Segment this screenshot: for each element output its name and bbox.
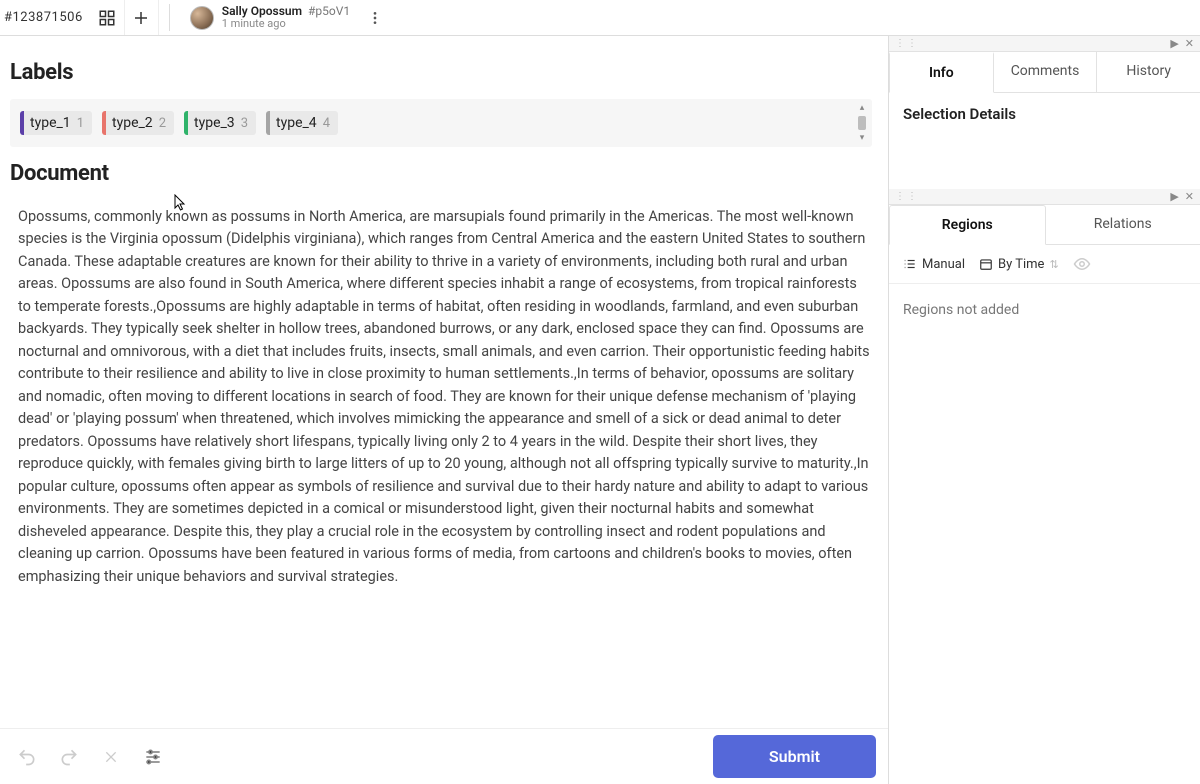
divider [169,4,170,31]
order-by-time-label: By Time [998,257,1044,272]
label-type-1[interactable]: type_1 1 [20,111,92,135]
region-tools: Manual By Time ⇅ [889,245,1200,284]
regions-empty-text: Regions not added [889,284,1200,336]
task-id-text: #123871506 [4,10,83,25]
order-by-time-button[interactable]: By Time ⇅ [979,257,1059,272]
left-pane: Labels type_1 1 type_2 2 type_3 3 type_4 4 ▴… [0,36,888,784]
close-icon [103,749,119,765]
main-area: Labels type_1 1 type_2 2 type_3 3 type_4 4 ▴… [0,36,1200,784]
selection-details-heading: Selection Details [903,105,1186,123]
label-hotkey: 2 [159,116,166,131]
tab-regions[interactable]: Regions [889,205,1046,245]
annotation-chip[interactable]: Sally Opossum #p5oV1 1 minute ago [180,0,360,35]
panel-collapse-button[interactable]: ▶ [1170,190,1178,203]
label-hotkey: 4 [323,116,330,131]
drag-dots-icon: ⋮⋮ [895,191,919,202]
sort-icon: ⇅ [1049,258,1058,271]
label-type-4[interactable]: type_4 4 [266,111,338,135]
panel-drag-handle[interactable]: ⋮⋮ ▶ ✕ [889,36,1200,52]
info-tabs: Info Comments History [889,52,1200,93]
grid-view-button[interactable] [91,0,125,35]
right-pane: ⋮⋮ ▶ ✕ Info Comments History Selection D… [888,36,1200,784]
reset-button[interactable] [96,742,126,772]
list-icon [903,257,917,271]
tab-relations[interactable]: Relations [1046,205,1200,244]
grid-icon [98,9,116,27]
submit-button[interactable]: Submit [713,735,876,778]
settings-button[interactable] [138,742,168,772]
redo-icon [59,747,79,767]
region-tabs: Regions Relations [889,205,1200,245]
label-type-3[interactable]: type_3 3 [184,111,256,135]
annotator-name: Sally Opossum [222,4,302,18]
eye-icon [1073,255,1091,273]
redo-button[interactable] [54,742,84,772]
regions-panel: ⋮⋮ ▶ ✕ Regions Relations Manual By Time [889,189,1200,784]
task-id: #123871506 [0,0,91,35]
document-body[interactable]: Opossums, commonly known as possums in N… [10,200,872,588]
info-panel: ⋮⋮ ▶ ✕ Info Comments History Selection D… [889,36,1200,185]
annotation-id: #p5oV1 [308,4,350,18]
label-hotkey: 1 [77,116,84,131]
tab-comments[interactable]: Comments [994,52,1098,92]
panel-close-button[interactable]: ✕ [1185,37,1194,50]
label-hotkey: 3 [241,116,248,131]
label-name: type_3 [194,115,235,131]
undo-icon [17,747,37,767]
top-bar: #123871506 Sally Opossum #p5oV1 1 minute … [0,0,1200,36]
label-name: type_2 [112,115,153,131]
annotation-meta: Sally Opossum #p5oV1 1 minute ago [222,5,350,30]
tab-history[interactable]: History [1097,52,1200,92]
group-manual-label: Manual [922,257,965,272]
annotation-time: 1 minute ago [222,18,350,30]
labels-container: type_1 1 type_2 2 type_3 3 type_4 4 ▴ ▾ [10,99,872,147]
calendar-icon [979,257,993,271]
visibility-toggle[interactable] [1073,255,1091,273]
label-type-2[interactable]: type_2 2 [102,111,174,135]
left-scroll[interactable]: Labels type_1 1 type_2 2 type_3 3 type_4 4 ▴… [0,36,888,728]
annotation-menu-button[interactable] [360,0,390,35]
sliders-icon [143,747,163,767]
group-manual-button[interactable]: Manual [903,257,965,272]
labels-scroll-thumb[interactable] [858,116,866,130]
chevron-up-icon: ▴ [860,103,865,113]
panel-drag-handle[interactable]: ⋮⋮ ▶ ✕ [889,189,1200,205]
avatar [190,6,214,30]
document-heading: Document [10,161,872,186]
add-button[interactable] [125,0,159,35]
info-body: Selection Details [889,93,1200,185]
labels-heading: Labels [10,60,872,85]
panel-close-button[interactable]: ✕ [1185,190,1194,203]
label-name: type_4 [276,115,317,131]
label-name: type_1 [30,115,71,131]
bottom-toolbar: Submit [0,728,888,784]
plus-icon [132,9,150,27]
kebab-icon [367,10,383,26]
drag-dots-icon: ⋮⋮ [895,38,919,49]
tab-info[interactable]: Info [889,52,994,93]
panel-collapse-button[interactable]: ▶ [1170,37,1178,50]
labels-scroll-indicator[interactable]: ▴ ▾ [858,103,866,143]
chevron-down-icon: ▾ [860,133,865,143]
undo-button[interactable] [12,742,42,772]
